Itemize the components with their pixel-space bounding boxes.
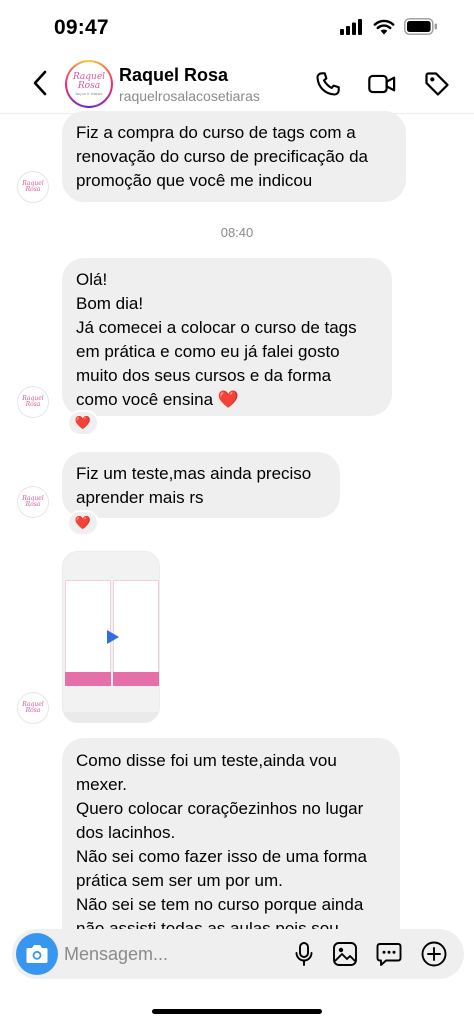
- tag-button[interactable]: [421, 68, 453, 100]
- message-line: Como disse foi um teste,ainda vou: [76, 751, 337, 770]
- microphone-icon: [295, 942, 313, 966]
- heart-reaction: ❤️: [74, 515, 92, 530]
- battery-icon: [404, 18, 437, 35]
- message-line: Fiz a compra do curso de tags com a: [76, 123, 356, 142]
- message-line: Não sei como fazer isso de uma forma: [76, 847, 368, 866]
- logo-text: Raquel Rosa: [22, 180, 44, 193]
- video-call-button[interactable]: [366, 68, 398, 100]
- chevron-left-icon: [33, 70, 47, 96]
- message-line: em prática e como eu já falei gosto: [76, 342, 340, 361]
- message-line: Já comecei a colocar o curso de tags: [76, 318, 357, 337]
- logo-text: Raquel Rosa: [22, 495, 44, 508]
- message-line: aprender mais rs: [76, 488, 204, 507]
- message-line: renovação do curso de precificação da: [76, 147, 369, 166]
- video-camera-icon: [368, 74, 396, 94]
- message-line: como você ensina ❤️: [76, 390, 239, 409]
- message-bubble[interactable]: Olá! Bom dia! Já comecei a colocar o cur…: [62, 258, 392, 416]
- signal-icon: [340, 18, 362, 35]
- message-line: dos lacinhos.: [76, 823, 176, 842]
- message-line: mexer.: [76, 775, 128, 794]
- reaction-badge[interactable]: ❤️: [67, 410, 99, 436]
- message-bubble[interactable]: Fiz um teste,mas ainda preciso aprender …: [62, 452, 340, 518]
- more-options-button[interactable]: [418, 938, 450, 970]
- voice-message-button[interactable]: [288, 938, 320, 970]
- video-bottom-bar: [63, 712, 159, 722]
- message-composer: [12, 929, 464, 979]
- message-line: Não sei se tem no curso porque ainda: [76, 895, 364, 914]
- video-message[interactable]: [62, 551, 160, 723]
- tag-icon: [425, 72, 449, 96]
- status-time: 09:47: [54, 16, 109, 39]
- message-line: promoção que você me indicou: [76, 171, 313, 190]
- logo-text: Raquel Rosa: [22, 395, 44, 408]
- chat-bubble-icon: [376, 943, 402, 966]
- brand-logo: Raquel Rosa laços e tiaras: [69, 71, 109, 96]
- sender-avatar[interactable]: Raquel Rosa: [17, 486, 49, 518]
- sticker-button[interactable]: [373, 938, 405, 970]
- phone-icon: [316, 72, 340, 96]
- message-line: Olá!: [76, 270, 108, 289]
- message-input[interactable]: [64, 929, 284, 979]
- message-line: muito dos seus cursos e da forma: [76, 366, 332, 385]
- message-line: Quero colocar coraçõezinhos no lugar: [76, 799, 364, 818]
- heart-reaction: ❤️: [74, 415, 92, 430]
- video-frame-footer: [65, 672, 111, 686]
- timestamp: 08:40: [220, 225, 254, 240]
- status-icons: [340, 18, 438, 35]
- video-frame-footer: [113, 672, 159, 686]
- contact-avatar[interactable]: Raquel Rosa laços e tiaras: [65, 60, 113, 108]
- reaction-badge[interactable]: ❤️: [67, 510, 99, 536]
- back-button[interactable]: [26, 68, 54, 98]
- logo-text: Raquel Rosa: [22, 701, 44, 714]
- status-bar: 09:47: [0, 0, 474, 56]
- camera-button[interactable]: [16, 933, 58, 975]
- contact-name[interactable]: Raquel Rosa: [119, 65, 228, 86]
- home-indicator: [152, 1009, 322, 1014]
- image-icon: [333, 942, 357, 966]
- logo-text: Raquel Rosa: [72, 71, 106, 91]
- message-line: Fiz um teste,mas ainda preciso: [76, 464, 312, 483]
- sender-avatar[interactable]: Raquel Rosa: [17, 692, 49, 724]
- chat-header: Raquel Rosa laços e tiaras Raquel Rosa r…: [0, 56, 474, 112]
- message-line: prática sem ser um por um.: [76, 871, 283, 890]
- plus-circle-icon: [421, 941, 447, 967]
- play-icon[interactable]: [103, 628, 121, 646]
- wifi-icon: [373, 19, 395, 34]
- sender-avatar[interactable]: Raquel Rosa: [17, 171, 49, 203]
- sender-avatar[interactable]: Raquel Rosa: [17, 386, 49, 418]
- message-line: Bom dia!: [76, 294, 144, 313]
- contact-handle: raquelrosalacosetiaras: [119, 88, 260, 104]
- gallery-button[interactable]: [329, 938, 361, 970]
- camera-icon: [26, 945, 48, 963]
- logo-subtext: laços e tiaras: [75, 90, 103, 96]
- message-bubble[interactable]: Fiz a compra do curso de tags com a reno…: [62, 111, 406, 202]
- voice-call-button[interactable]: [312, 68, 344, 100]
